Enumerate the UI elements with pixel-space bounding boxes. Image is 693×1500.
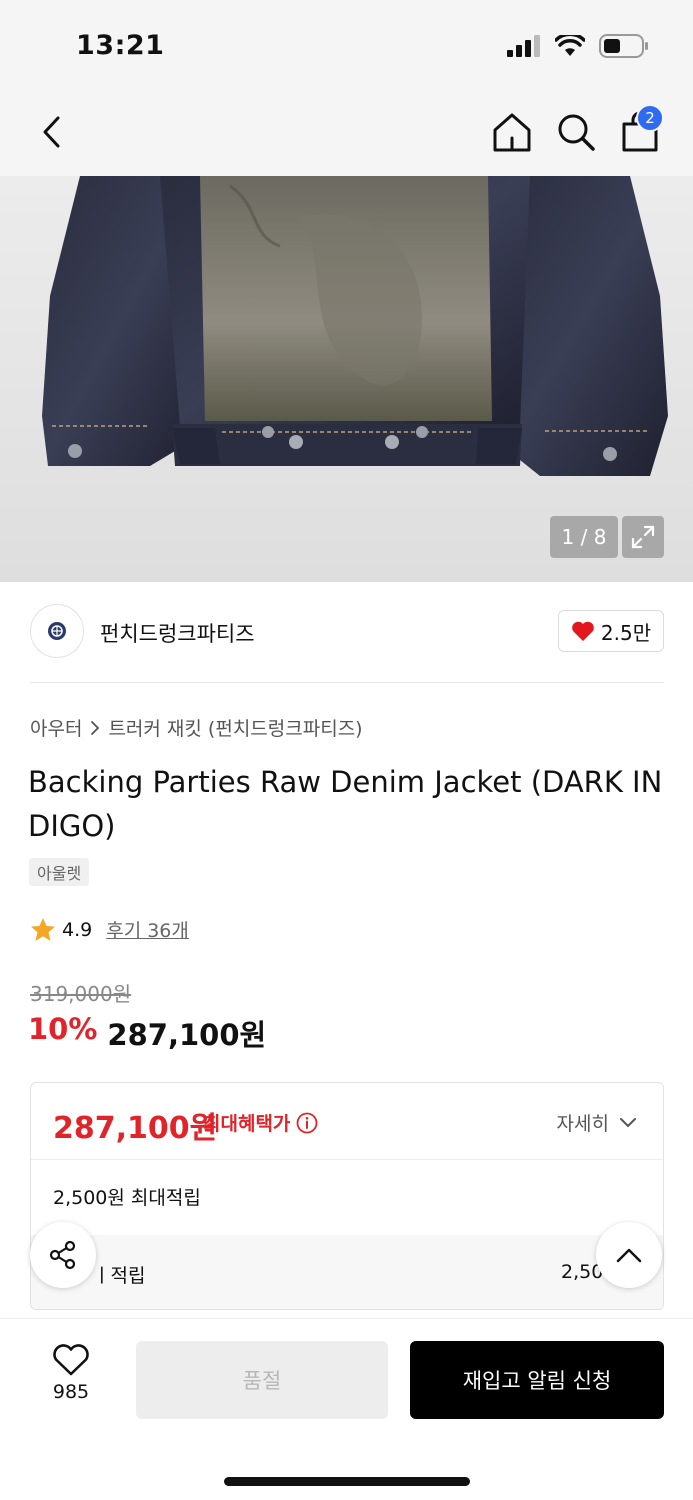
brand-logo[interactable] [30,604,84,658]
max-benefit-header[interactable]: 287,100원 최대혜택가 자세히 [31,1083,663,1160]
image-counter: 1 / 8 [550,516,618,558]
status-time: 13:21 [76,30,165,61]
signal-icon [507,35,540,57]
benefit-detail-toggle[interactable]: 자세히 [557,1109,637,1136]
points-row: ㅣ적립 2,50 [31,1235,663,1309]
info-icon[interactable] [296,1112,318,1134]
outlet-tag: 아울렛 [29,858,90,886]
status-icons [507,34,649,58]
breadcrumb-subcategory[interactable]: 트러커 재킷 (펀치드렁크파티즈) [108,714,362,741]
restock-alert-button[interactable]: 재입고 알림 신청 [410,1341,664,1419]
original-price: 319,000원 [30,982,132,1006]
points-row-label: ㅣ적립 [93,1265,146,1287]
heart-outline-icon [53,1344,89,1376]
chevron-down-icon [620,1117,636,1127]
status-bar: 13:21 [0,0,693,92]
chevron-left-icon [43,116,60,148]
wifi-icon [555,35,585,56]
bottom-action-bar: 985 품절 재입고 알림 신청 [0,1318,693,1500]
heart-filled-icon [572,621,594,641]
wishlist-count: 985 [52,1381,90,1403]
soldout-button[interactable]: 품절 [136,1341,388,1419]
search-button[interactable] [554,110,598,154]
max-benefit-label: 최대혜택가 [203,1109,318,1136]
share-button[interactable] [30,1222,96,1288]
battery-icon [599,34,648,58]
top-navbar [0,92,693,176]
expand-image-button[interactable] [622,516,664,558]
breadcrumb: 아우터 트러커 재킷 (펀치드렁크파티즈) [30,714,363,741]
price-row: 10% 287,100원 [28,1012,266,1054]
back-button[interactable] [30,110,74,154]
reviews-link[interactable]: 후기 36개 [106,916,189,943]
home-indicator [224,1477,470,1486]
home-button[interactable] [490,110,534,154]
chevron-up-icon [616,1248,642,1263]
brand-name[interactable]: 펀치드렁크파티즈 [100,618,255,648]
breadcrumb-category[interactable]: 아우터 [30,714,82,741]
discount-rate: 10% [28,1012,98,1046]
divider [30,682,664,683]
max-benefit-label-text: 최대혜택가 [203,1113,291,1135]
share-icon [49,1240,76,1270]
star-icon [31,917,55,941]
wishlist-button[interactable]: 985 [38,1343,104,1403]
chevron-right-icon [91,720,100,735]
brand-like-count: 2.5만 [600,620,652,645]
search-icon [558,114,595,151]
home-icon [493,113,531,152]
product-title: Backing Parties Raw Denim Jacket (DARK I… [28,765,663,843]
max-points: 2,500원 최대적립 [53,1187,201,1209]
expand-icon [631,525,655,549]
max-benefit-price: 287,100원 [53,1111,218,1146]
rating-score: 4.9 [62,918,93,941]
scroll-top-button[interactable] [596,1222,662,1288]
sale-price: 287,100원 [107,1018,267,1052]
brand-like-button[interactable]: 2.5만 [558,610,664,652]
brand-row: 펀치드렁크파티즈 2.5만 [0,582,693,682]
rating-row: 4.9 후기 36개 [30,916,189,943]
benefit-box: 287,100원 최대혜택가 자세히 2,500원 최대적립 ㅣ적립 2,50 [30,1082,664,1310]
benefit-detail-label: 자세히 [556,1113,609,1135]
brand-emblem-icon [48,622,66,640]
cart-count-badge: 2 [636,104,664,132]
